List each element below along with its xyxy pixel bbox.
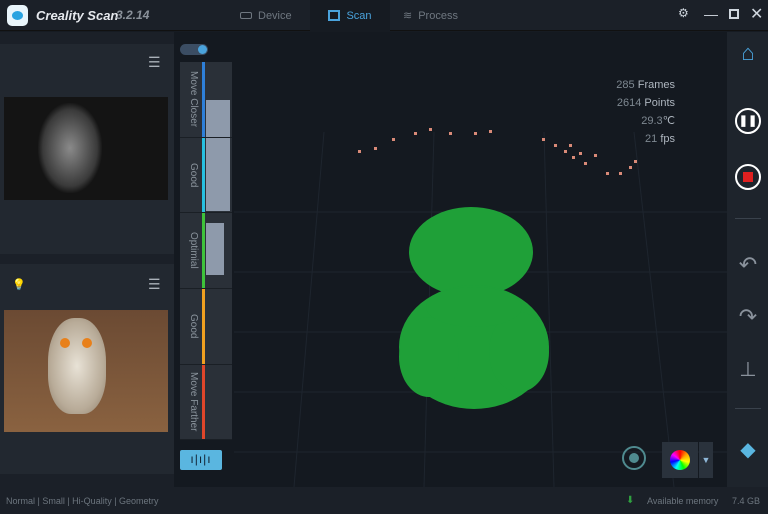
zone-good-far: Good: [180, 289, 232, 365]
stop-icon: [735, 164, 761, 190]
menu-icon[interactable]: ☰: [148, 276, 161, 293]
menu-icon[interactable]: ☰: [148, 54, 161, 71]
zone-optimal: Optimial: [180, 213, 232, 289]
fps-label: fps: [660, 133, 675, 145]
zone-good-near: Good: [180, 138, 232, 213]
stop-record-button[interactable]: [733, 162, 763, 192]
app-logo-icon: [7, 5, 28, 26]
redo-icon[interactable]: ↷: [733, 302, 763, 332]
tab-device[interactable]: Device: [240, 0, 300, 31]
scan-stats: 285 Frames 2614 Points 29.3℃ 21 fps: [616, 76, 675, 148]
distance-indicator: Move Closer Good Optimial Good Move Fart…: [180, 62, 232, 440]
right-toolbar: ⌂ ❚❚ ↶ ↷ ⊥ ◆: [727, 32, 768, 487]
scan-mode-summary: Normal | Small | Hi-Quality | Geometry: [6, 496, 159, 506]
close-icon[interactable]: ✕: [750, 4, 763, 24]
tab-scan[interactable]: Scan: [310, 0, 390, 31]
zone-move-closer: Move Closer: [180, 62, 232, 138]
zone-label: Good: [188, 162, 199, 188]
eraser-icon[interactable]: ◆: [733, 434, 763, 464]
device-icon: [240, 12, 252, 19]
divider: [735, 218, 761, 219]
maximize-icon[interactable]: [729, 9, 739, 19]
zone-label: Optimial: [188, 232, 199, 269]
ruler-icon[interactable]: ı|ı|ı: [180, 450, 222, 470]
status-bar: Normal | Small | Hi-Quality | Geometry ⬇…: [0, 487, 768, 514]
zone-label: Move Farther: [188, 372, 199, 432]
points-label: Points: [644, 97, 675, 109]
3d-viewport[interactable]: 285 Frames 2614 Points 29.3℃ 21 fps ▼: [174, 32, 727, 487]
zone-label: Good: [188, 314, 199, 339]
color-mode-dropdown-icon[interactable]: ▼: [699, 442, 713, 478]
frames-count: 285: [616, 79, 635, 91]
color-wheel-icon: [670, 450, 690, 470]
outlier-points: [358, 128, 637, 175]
recenter-target-icon[interactable]: [622, 446, 646, 470]
zone-label: Move Closer: [188, 71, 199, 128]
zone-move-farther: Move Farther: [180, 365, 232, 440]
tab-process[interactable]: ≋ Process: [403, 0, 473, 31]
memory-icon: ⬇: [626, 495, 635, 506]
stamp-icon[interactable]: ⊥: [733, 354, 763, 384]
color-camera-pane: 💡 ☰: [0, 264, 174, 474]
app-name: Creality Scan: [36, 8, 119, 23]
scan-icon: [328, 10, 341, 21]
app-version: 3.2.14: [116, 8, 150, 22]
home-icon[interactable]: ⌂: [733, 38, 763, 68]
frames-label: Frames: [637, 79, 675, 91]
depth-camera-preview: [4, 97, 168, 200]
depth-camera-pane: ☰: [0, 44, 174, 254]
layers-icon: ≋: [403, 10, 413, 22]
light-bulb-icon[interactable]: 💡: [12, 278, 26, 291]
distance-toggle[interactable]: [180, 44, 208, 55]
fps-value: 21: [645, 133, 658, 145]
color-camera-preview: [4, 310, 168, 432]
pause-icon: ❚❚: [735, 108, 761, 134]
points-count: 2614: [616, 97, 642, 109]
title-bar: Creality Scan 3.2.14 Device Scan ≋ Proces…: [0, 0, 768, 31]
memory-label: Available memory: [647, 496, 719, 506]
memory-value: 7.4 GB: [732, 496, 761, 506]
color-mode-button[interactable]: [662, 442, 698, 478]
undo-icon[interactable]: ↶: [733, 250, 763, 280]
divider: [735, 408, 761, 409]
temperature-value: 29.3: [641, 115, 663, 127]
camera-panel: ☰ 💡 ☰: [0, 32, 174, 487]
temperature-unit: ℃: [662, 115, 675, 127]
pause-button[interactable]: ❚❚: [733, 106, 763, 136]
point-cloud: [399, 207, 549, 409]
settings-icon[interactable]: ⚙: [678, 6, 689, 20]
minimize-icon[interactable]: —: [704, 6, 718, 22]
